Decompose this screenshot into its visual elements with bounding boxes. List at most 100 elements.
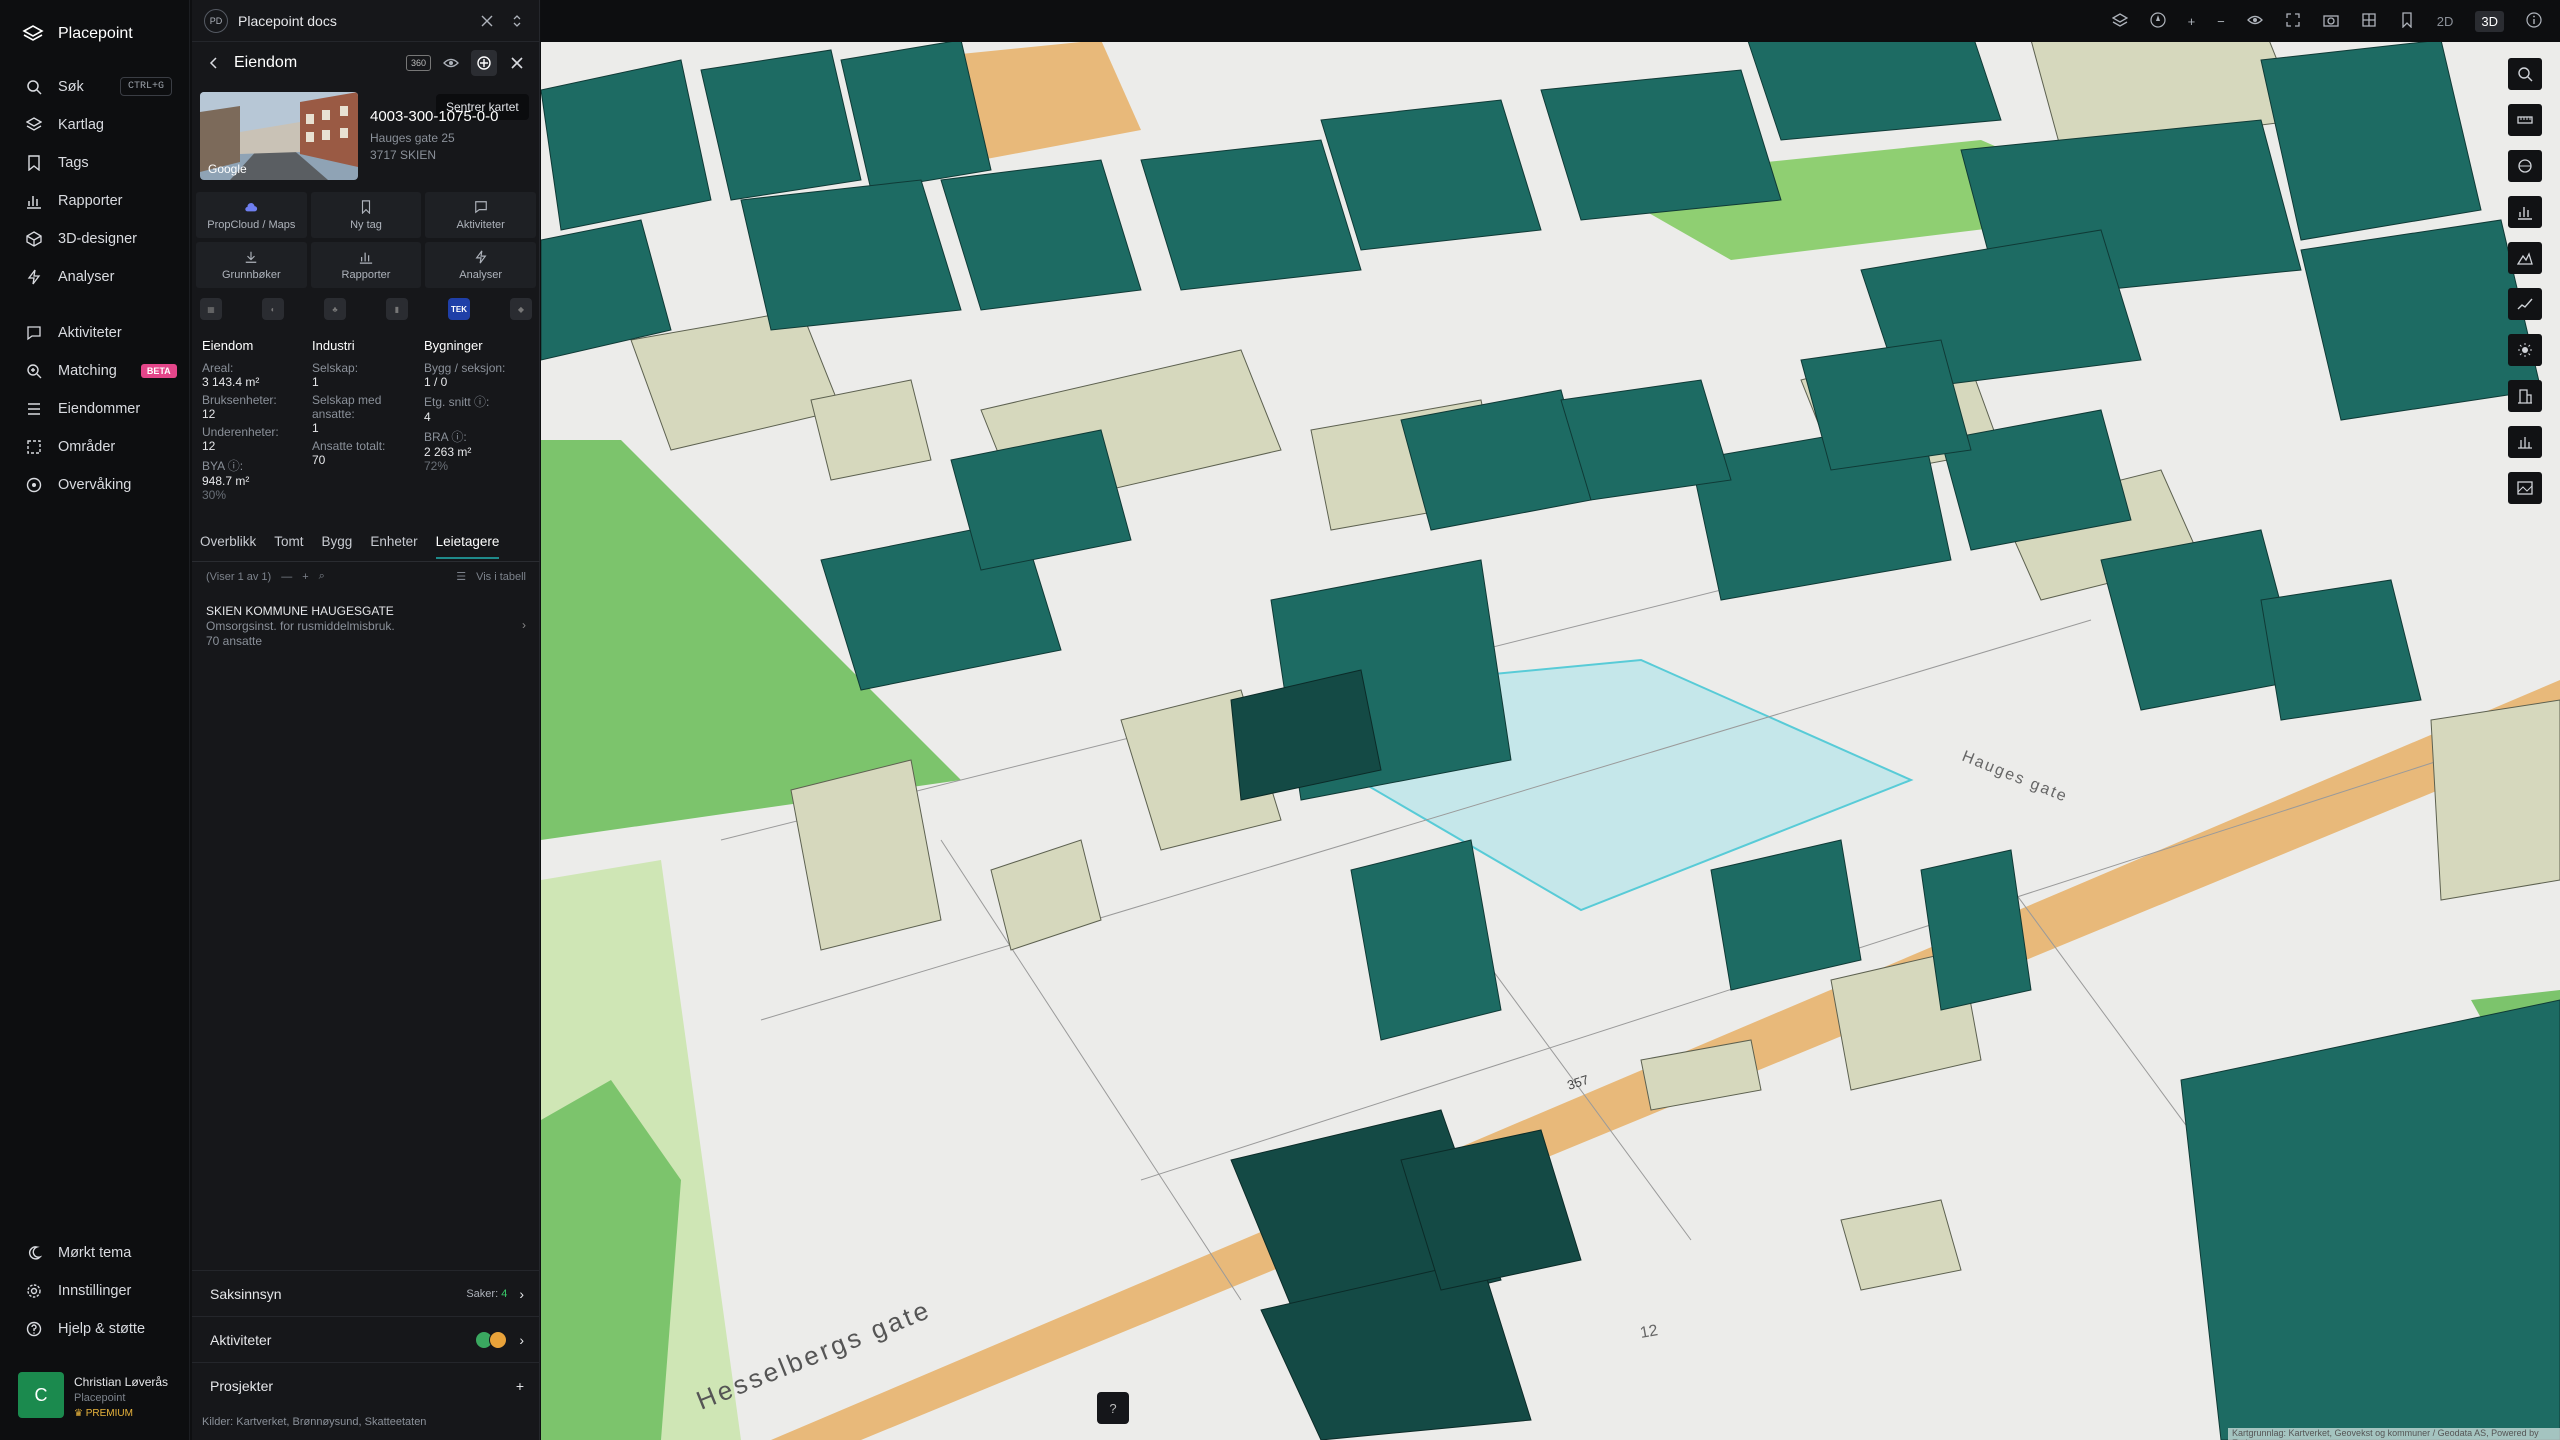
tenant-name: SKIEN KOMMUNE HAUGESGATE: [206, 604, 394, 618]
layers-toggle-icon[interactable]: [2111, 12, 2128, 31]
sources-line: Kilder: Kartverket, Brønnøysund, Skattee…: [202, 1416, 426, 1428]
eye-icon[interactable]: [2246, 12, 2263, 31]
nav-item-eiendommer[interactable]: Eiendommer: [0, 390, 190, 428]
view-shed-icon[interactable]: [2508, 150, 2542, 182]
source-icon[interactable]: ♣: [324, 298, 346, 320]
cube-icon: [26, 231, 42, 247]
nav-item-tags[interactable]: Tags: [0, 144, 190, 182]
section-icon[interactable]: [2508, 426, 2542, 458]
stat-value: 948.7 m²: [202, 474, 250, 488]
nav-item-analyser[interactable]: Analyser: [0, 258, 190, 296]
nav-item-aktiviteter[interactable]: Aktiviteter: [0, 314, 190, 352]
nav-item-settings[interactable]: Innstillinger: [0, 1272, 190, 1310]
tek-source-icon[interactable]: TEK: [448, 298, 470, 320]
prosjekter-section[interactable]: Prosjekter +: [192, 1362, 540, 1408]
new-tag-button[interactable]: Ny tag: [310, 192, 422, 238]
nav-item-overvaking[interactable]: Overvåking: [0, 466, 190, 504]
plus-icon[interactable]: +: [516, 1378, 524, 1394]
map-help-button[interactable]: ?: [1097, 1392, 1129, 1424]
measure-icon[interactable]: [2508, 104, 2542, 136]
table-view-link[interactable]: Vis i tabell: [476, 571, 526, 583]
list-item[interactable]: SKIEN KOMMUNE HAUGESGATE Omsorgsinst. fo…: [206, 604, 526, 649]
user-profile[interactable]: C Christian Løverås Placepoint ♛ PREMIUM: [18, 1372, 178, 1422]
building-icon[interactable]: [2508, 380, 2542, 412]
chat-icon: [474, 200, 487, 213]
stat-label: Bygg / seksjon:: [424, 361, 506, 375]
source-link[interactable]: Brønnøysund,: [293, 1416, 362, 1428]
view-3d-toggle[interactable]: 3D: [2475, 10, 2504, 32]
compass-icon[interactable]: [2149, 11, 2166, 31]
picture-icon[interactable]: [2508, 472, 2542, 504]
nav-item-rapporter[interactable]: Rapporter: [0, 182, 190, 220]
tab-tomt[interactable]: Tomt: [274, 534, 303, 559]
fullscreen-icon[interactable]: [2285, 12, 2301, 31]
add-icon[interactable]: +: [302, 571, 308, 583]
map-3d-view[interactable]: Hesselbergs gate Hauges gate 357 12 ? i: [541, 0, 2560, 1440]
activities-button[interactable]: Aktiviteter: [425, 192, 536, 238]
source-icon[interactable]: ◆: [510, 298, 532, 320]
nav-label: Innstillinger: [58, 1283, 132, 1299]
eye-circle-icon: [26, 477, 42, 493]
source-link[interactable]: Skatteetaten: [365, 1416, 427, 1428]
nav-item-dark-theme[interactable]: Mørkt tema: [0, 1234, 190, 1272]
action-label: Ny tag: [350, 218, 382, 231]
source-icon[interactable]: ▮: [386, 298, 408, 320]
chevron-right-icon: ›: [522, 618, 526, 632]
nav-group-secondary: Aktiviteter Matching BETA Eiendommer Omr…: [0, 314, 190, 504]
aktiviteter-section[interactable]: Aktiviteter ›: [192, 1316, 540, 1362]
view-2d-toggle[interactable]: 2D: [2437, 14, 2454, 29]
zoom-out-button[interactable]: −: [2217, 14, 2225, 29]
tab-close-icon[interactable]: [477, 11, 497, 31]
property-stats: Eiendom Areal: 3 143.4 m² Bruksenheter: …: [202, 338, 532, 502]
collapse-icon[interactable]: —: [281, 571, 292, 583]
tab-overblikk[interactable]: Overblikk: [200, 534, 256, 559]
info-icon[interactable]: [2526, 11, 2542, 31]
nav-item-search[interactable]: Søk CTRL+G: [0, 68, 190, 106]
panel-tab-title[interactable]: Placepoint docs: [238, 13, 337, 29]
source-icon[interactable]: ◐: [262, 298, 284, 320]
case-count-value: 4: [501, 1287, 508, 1300]
plan-badge: ♛ PREMIUM: [74, 1408, 133, 1419]
nav-item-help[interactable]: Hjelp & støtte: [0, 1310, 190, 1348]
user-org: Placepoint: [74, 1392, 126, 1404]
elevation-icon[interactable]: [2508, 242, 2542, 274]
saksinnsyn-section[interactable]: Saksinnsyn Saker: 4 ›: [192, 1270, 540, 1316]
close-icon[interactable]: [507, 53, 527, 73]
streetview-360-button[interactable]: 360: [405, 55, 431, 71]
eye-icon[interactable]: [441, 53, 461, 73]
help-icon: [26, 1321, 42, 1337]
search-map-icon[interactable]: [2508, 58, 2542, 90]
camera-icon[interactable]: [2323, 12, 2339, 31]
tab-bygg[interactable]: Bygg: [322, 534, 353, 559]
reports-button[interactable]: Rapporter: [310, 242, 422, 288]
propcloud-button[interactable]: PropCloud / Maps: [196, 192, 307, 238]
nav-item-matching[interactable]: Matching BETA: [0, 352, 190, 390]
stat-label: BYA ⓘ:: [202, 459, 244, 473]
app-root: Placepoint Søk CTRL+G Kartlag Tags Rappo…: [0, 0, 2560, 1440]
nav-item-omrader[interactable]: Områder: [0, 428, 190, 466]
nav-item-kartlag[interactable]: Kartlag: [0, 106, 190, 144]
grunnboker-button[interactable]: Grunnbøker: [196, 242, 307, 288]
chart-icon[interactable]: [2508, 196, 2542, 228]
analyses-button[interactable]: Analyser: [425, 242, 536, 288]
profile-icon[interactable]: [2508, 288, 2542, 320]
grid-icon[interactable]: [2361, 12, 2377, 31]
stat-percent: 30%: [202, 488, 227, 502]
streetview-thumbnail[interactable]: Google: [200, 92, 358, 180]
tab-enheter[interactable]: Enheter: [370, 534, 417, 559]
bookmark-icon[interactable]: [2399, 11, 2415, 31]
stat-label: Areal:: [202, 361, 234, 375]
source-link[interactable]: Kartverket,: [236, 1416, 289, 1428]
back-icon[interactable]: [204, 53, 224, 73]
table-view-icon[interactable]: ☰: [456, 570, 466, 583]
brand[interactable]: Placepoint: [22, 20, 133, 48]
tab-sort-icon[interactable]: [507, 11, 527, 31]
nav-item-3d-designer[interactable]: 3D-designer: [0, 220, 190, 258]
search-icon[interactable]: ⌕: [319, 570, 325, 583]
zoom-in-button[interactable]: +: [2188, 14, 2196, 29]
sources-label: Kilder:: [202, 1416, 234, 1428]
tab-leietagere[interactable]: Leietagere: [435, 534, 500, 559]
sun-icon[interactable]: [2508, 334, 2542, 366]
source-icon[interactable]: ▦: [200, 298, 222, 320]
center-map-icon[interactable]: [471, 50, 497, 76]
